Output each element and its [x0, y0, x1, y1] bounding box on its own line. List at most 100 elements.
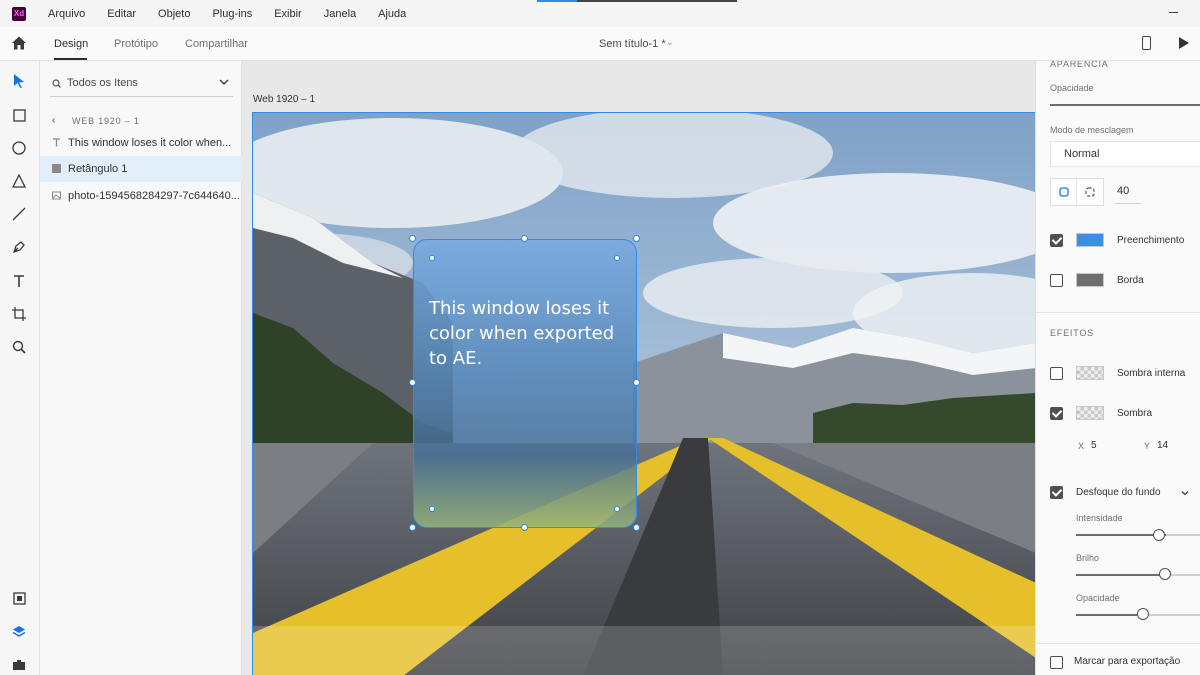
- glass-rectangle[interactable]: This window loses it color when exported…: [413, 239, 637, 528]
- shadow-y-value[interactable]: 14: [1157, 440, 1168, 451]
- selection-handle-left[interactable]: [409, 379, 416, 386]
- border-color-swatch[interactable]: [1076, 273, 1104, 287]
- text-layer-icon: [53, 138, 60, 147]
- artboard[interactable]: This window loses it color when exported…: [252, 112, 1035, 675]
- fill-color-swatch[interactable]: [1076, 233, 1104, 247]
- ellipse-tool-icon[interactable]: [11, 140, 27, 156]
- brightness-slider-rest[interactable]: [1166, 574, 1200, 576]
- corner-radius-icon: [1085, 187, 1095, 197]
- select-tool-icon[interactable]: [11, 73, 27, 89]
- effects-section-title: EFEITOS: [1050, 328, 1094, 338]
- border-checkbox[interactable]: [1050, 274, 1063, 287]
- corner-radius-value[interactable]: 40: [1117, 185, 1129, 197]
- corner-radius-handle[interactable]: [614, 255, 620, 261]
- artboard-title[interactable]: Web 1920 – 1: [253, 94, 315, 105]
- layers-icon[interactable]: [11, 623, 27, 639]
- document-title[interactable]: Sem título-1 *: [599, 38, 666, 50]
- same-radius-button[interactable]: [1051, 179, 1077, 205]
- rounded-square-icon: [1058, 187, 1069, 197]
- menu-plugins[interactable]: Plug-ins: [212, 8, 252, 20]
- layer-label: Retângulo 1: [68, 163, 128, 175]
- opacity-slider[interactable]: [1050, 104, 1200, 106]
- different-radius-button[interactable]: [1077, 179, 1103, 205]
- canvas[interactable]: Web 1920 – 1 This window loses it color …: [242, 61, 1035, 675]
- text-tool-icon[interactable]: [11, 273, 27, 289]
- blend-mode-value: Normal: [1064, 148, 1100, 160]
- chevron-down-icon[interactable]: ⌄: [666, 37, 674, 48]
- selection-handle-bottom-right[interactable]: [633, 524, 640, 531]
- border-label: Borda: [1117, 275, 1144, 286]
- assets-icon[interactable]: [11, 590, 27, 606]
- menu-janela[interactable]: Janela: [324, 8, 356, 20]
- blur-opacity-slider-thumb[interactable]: [1137, 608, 1149, 620]
- section-divider: [1036, 312, 1200, 313]
- selection-handle-bottom[interactable]: [521, 524, 528, 531]
- corner-radius-handle[interactable]: [429, 255, 435, 261]
- export-checkbox[interactable]: [1050, 656, 1063, 669]
- selection-handle-right[interactable]: [633, 379, 640, 386]
- device-preview-icon[interactable]: [1142, 36, 1151, 50]
- home-icon[interactable]: [11, 35, 27, 51]
- rectangle-tool-icon[interactable]: [11, 107, 27, 123]
- play-icon[interactable]: [1179, 37, 1189, 49]
- chevron-down-icon[interactable]: [218, 76, 230, 88]
- layer-row-selected[interactable]: Retângulo 1: [40, 156, 242, 182]
- background-blur-checkbox[interactable]: [1050, 486, 1063, 499]
- artboard-tool-icon[interactable]: [11, 306, 27, 322]
- layer-label: photo-1594568284297-7c644640...: [68, 190, 240, 202]
- artboard-breadcrumb: WEB 1920 – 1: [72, 116, 140, 126]
- brightness-slider-track[interactable]: [1076, 574, 1166, 576]
- corner-radius-handle[interactable]: [614, 506, 620, 512]
- intensity-slider-thumb[interactable]: [1153, 529, 1165, 541]
- tab-compartilhar[interactable]: Compartilhar: [185, 38, 248, 50]
- tab-design[interactable]: Design: [54, 38, 88, 50]
- menu-exibir[interactable]: Exibir: [274, 8, 302, 20]
- inner-shadow-checkbox[interactable]: [1050, 367, 1063, 380]
- shadow-x-value[interactable]: 5: [1091, 440, 1097, 451]
- selection-handle-top-right[interactable]: [633, 235, 640, 242]
- polygon-tool-icon[interactable]: [11, 173, 27, 189]
- intensity-slider-rest[interactable]: [1166, 534, 1200, 536]
- menu-arquivo[interactable]: Arquivo: [48, 8, 85, 20]
- layers-filter-label: Todos os Itens: [67, 77, 138, 89]
- minimize-button[interactable]: [1169, 12, 1178, 13]
- export-label: Marcar para exportação: [1074, 656, 1181, 667]
- chevron-down-icon[interactable]: [1180, 488, 1190, 498]
- plugins-icon[interactable]: [11, 656, 27, 672]
- zoom-tool-icon[interactable]: [11, 339, 27, 355]
- menu-editar[interactable]: Editar: [107, 8, 136, 20]
- blur-opacity-slider-track[interactable]: [1076, 614, 1146, 616]
- shadow-checkbox[interactable]: [1050, 407, 1063, 420]
- title-indicator: [537, 0, 737, 2]
- line-tool-icon[interactable]: [11, 206, 27, 222]
- layers-search[interactable]: Todos os Itens: [50, 71, 233, 97]
- menu-ajuda[interactable]: Ajuda: [378, 8, 406, 20]
- tab-prototipo[interactable]: Protótipo: [114, 38, 158, 50]
- inner-shadow-swatch[interactable]: [1076, 366, 1104, 380]
- blur-opacity-slider-rest[interactable]: [1146, 614, 1200, 616]
- intensity-label: Intensidade: [1076, 513, 1123, 523]
- selection-handle-top-left[interactable]: [409, 235, 416, 242]
- back-chevron-icon[interactable]: ‹: [52, 115, 55, 126]
- blend-mode-label: Modo de mesclagem: [1050, 125, 1134, 135]
- menu-bar: Xd Arquivo Editar Objeto Plug-ins Exibir…: [0, 0, 1200, 27]
- glass-text-layer[interactable]: This window loses it color when exported…: [429, 296, 629, 371]
- selection-handle-bottom-left[interactable]: [409, 524, 416, 531]
- mode-tab-bar: Design Protótipo Compartilhar Sem título…: [0, 27, 1200, 61]
- corner-radius-handle[interactable]: [429, 506, 435, 512]
- shadow-swatch[interactable]: [1076, 406, 1104, 420]
- road-mountain-photo[interactable]: [253, 113, 1035, 675]
- layer-row[interactable]: photo-1594568284297-7c644640...: [40, 183, 242, 209]
- corner-radius-mode-group: [1050, 178, 1104, 206]
- search-icon: [52, 79, 61, 88]
- rectangle-layer-icon: [52, 164, 61, 173]
- fill-checkbox[interactable]: [1050, 234, 1063, 247]
- brightness-slider-thumb[interactable]: [1159, 568, 1171, 580]
- active-tab-indicator: [54, 58, 87, 60]
- layer-row[interactable]: This window loses it color when...: [40, 130, 242, 156]
- appearance-section-title: APARÊNCIA: [1050, 61, 1109, 69]
- blend-mode-select[interactable]: Normal: [1050, 141, 1200, 167]
- menu-objeto[interactable]: Objeto: [158, 8, 190, 20]
- pen-tool-icon[interactable]: [11, 239, 27, 255]
- selection-handle-top[interactable]: [521, 235, 528, 242]
